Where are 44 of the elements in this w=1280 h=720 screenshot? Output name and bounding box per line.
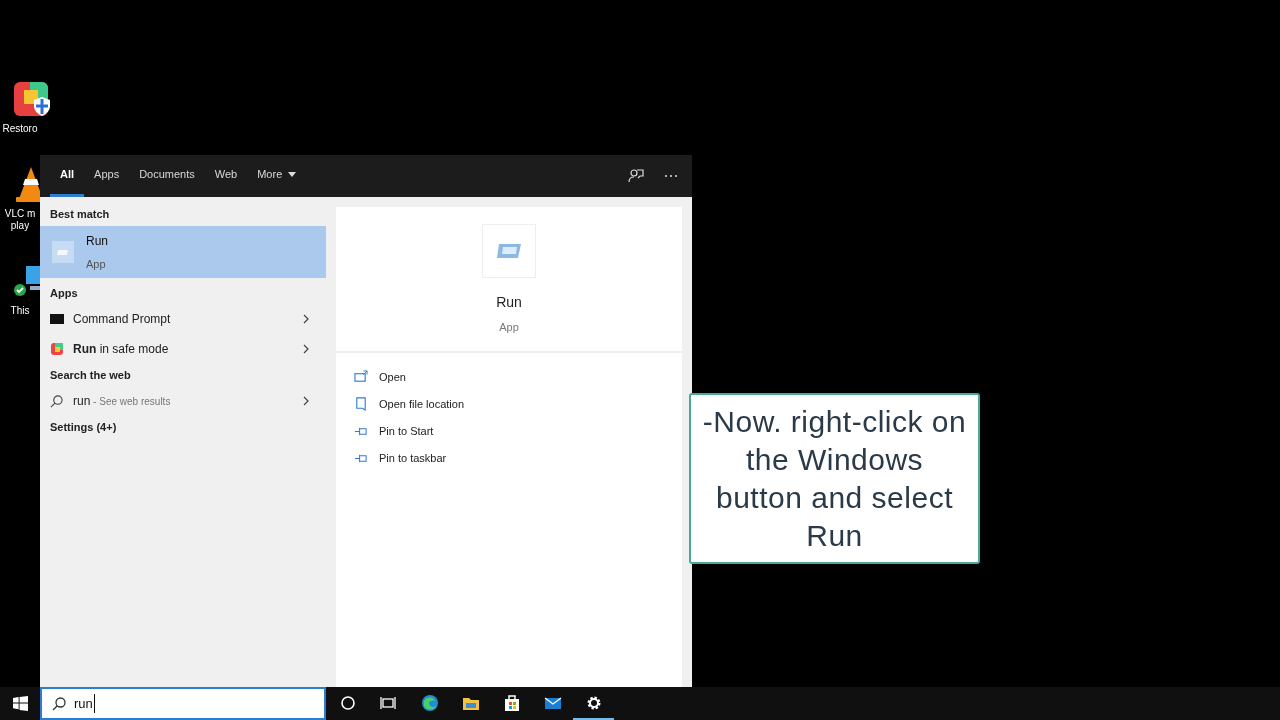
action-item[interactable]: Open file location [354, 395, 682, 413]
app-result[interactable]: Command Prompt [40, 304, 326, 334]
web-result[interactable]: run - See web results [40, 386, 326, 416]
more-options-icon[interactable] [664, 174, 678, 178]
action-item[interactable]: Pin to taskbar [354, 449, 682, 467]
icon-label: This [10, 305, 30, 317]
search-icon [52, 696, 66, 711]
section-heading: Settings (4+) [49, 419, 118, 435]
browser-icon [420, 693, 439, 712]
app-result[interactable]: Run in safe mode [40, 334, 326, 364]
action-item[interactable]: Pin to Start [354, 422, 682, 440]
run-icon [495, 241, 523, 261]
windows-icon [12, 696, 28, 711]
terminal-icon [50, 312, 64, 326]
caption-text: -Now. right-click on the Windows button and select Run [701, 403, 968, 554]
shopping-bag-icon [502, 693, 521, 712]
icon-label: Restoro [2, 123, 38, 135]
detail-subtitle: App [499, 320, 519, 335]
section-heading: Best match [49, 206, 111, 222]
tab[interactable]: All [50, 155, 85, 197]
tab[interactable]: Web [204, 155, 248, 197]
feedback-icon[interactable] [628, 168, 644, 184]
best-match-item[interactable]: Run App [40, 226, 326, 278]
window-icon [354, 370, 368, 384]
result-title: Run [86, 232, 108, 250]
colorful-app-icon [50, 342, 64, 356]
result-subtitle: App [86, 256, 107, 272]
chevron-icon [303, 314, 309, 324]
document-icon [354, 397, 368, 411]
chevron-icon [303, 344, 309, 354]
tab[interactable]: More [247, 155, 307, 197]
search-icon [50, 394, 63, 408]
circle-icon [338, 693, 357, 712]
chevron-icon [303, 396, 309, 406]
section-heading: Search the web [49, 367, 132, 383]
action-item[interactable]: Open [354, 368, 682, 386]
run-icon [52, 241, 74, 263]
icon-label: play [10, 220, 30, 232]
detail-title: Run [496, 293, 522, 312]
search-field[interactable]: run [40, 687, 326, 720]
section-heading: Apps [49, 285, 79, 301]
tab[interactable]: Documents [129, 155, 205, 197]
icon-label: VLC m [4, 208, 36, 220]
tab[interactable]: Apps [84, 155, 130, 197]
